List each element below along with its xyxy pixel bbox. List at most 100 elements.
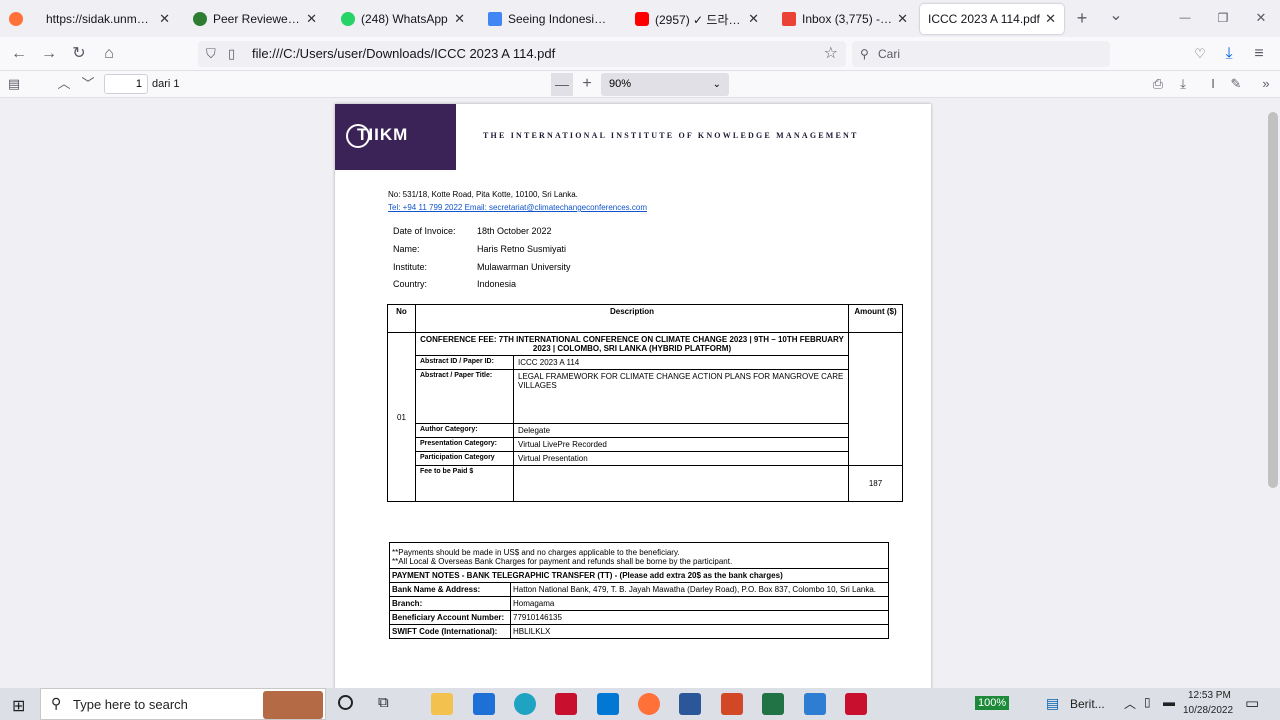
url-bar[interactable]: ⛉ ▯ file:///C:/Users/user/Downloads/ICCC… [198,41,846,67]
close-tab-icon[interactable]: ✕ [306,11,317,27]
list-tabs-button[interactable]: ⌄ [1105,5,1127,27]
tab-label: Seeing Indonesia from [508,12,612,26]
store-icon[interactable] [473,693,495,715]
sidebar-toggle-icon[interactable]: ▤ [4,74,24,94]
home-icon[interactable]: ⌂ [98,43,120,65]
site-favicon-icon [193,12,207,26]
search-icon: ⚲ [51,695,62,711]
row-value: HBLILKLX [510,624,889,639]
gmail-icon [782,12,796,26]
firefox-view-icon[interactable] [9,12,23,26]
name-value: Haris Retno Susmiyati [477,244,567,254]
tab-seeing-indonesia[interactable]: Seeing Indonesia from [480,4,620,34]
row-value: 77910146135 [510,610,889,625]
tab-iccc-pdf[interactable]: ICCC 2023 A 114.pdf ✕ [920,4,1064,34]
file-explorer-icon[interactable] [431,693,453,715]
mail-icon[interactable] [597,693,619,715]
row-value: Virtual Presentation [513,451,849,466]
tab-youtube[interactable]: (2957) ✓ 드라마 OST - ✕ [627,4,767,34]
powerpoint-icon[interactable] [721,693,743,715]
reload-button[interactable]: ↻ [68,43,90,65]
table-row: Participation Category Virtual Presentat… [388,451,903,466]
news-label[interactable]: Berit... [1070,697,1105,711]
docs-icon [488,12,502,26]
task-view-icon[interactable]: ⧉ [378,694,389,711]
close-window-button[interactable]: ✕ [1250,7,1272,29]
url-text[interactable]: file:///C:/Users/user/Downloads/ICCC 202… [252,41,555,67]
page-total: dari 1 [152,78,180,90]
text-tool-icon[interactable]: I [1203,74,1223,94]
notification-icon[interactable]: ▭ [1245,694,1259,712]
close-tab-icon[interactable]: ✕ [748,11,759,27]
institute-value: Mulawarman University [477,262,571,272]
payment-table: **Payments should be made in US$ and no … [389,542,889,639]
cortana-icon[interactable] [338,695,353,710]
restore-button[interactable]: ❐ [1212,7,1234,29]
tab-label: (2957) ✓ 드라마 OST - [655,12,744,27]
close-tab-icon[interactable]: ✕ [897,11,908,27]
youtube-icon [635,12,649,26]
minimize-button[interactable]: — [1174,7,1196,29]
tab-label: ICCC 2023 A 114.pdf [928,12,1040,26]
network-icon[interactable]: ▯ [1144,695,1151,709]
zoom-select[interactable]: 90% ⌄ [601,73,729,96]
clock-date[interactable]: 10/28/2022 [1183,705,1233,716]
clock-time[interactable]: 12:53 PM [1188,690,1231,701]
back-button[interactable]: ← [8,43,30,65]
news-icon[interactable]: ▤ [1046,695,1059,712]
battery-badge[interactable]: 100% [975,696,1010,710]
search-input[interactable]: Cari [878,41,900,67]
bookmark-star-icon[interactable]: ☆ [824,41,838,67]
tab-whatsapp[interactable]: (248) WhatsApp ✕ [333,4,473,34]
word-icon[interactable] [679,693,701,715]
col-amount: Amount ($) [848,304,903,333]
payment-notes: **Payments should be made in US$ and no … [389,542,889,569]
taskbar-search-input[interactable]: Type here to search [73,697,188,712]
taskbar-search[interactable]: ⚲ Type here to search [40,688,326,720]
col-no: No [387,304,416,333]
chevron-up-icon[interactable]: ︿ [1124,695,1136,712]
next-page-button[interactable]: ﹀ [78,74,98,94]
scrollbar[interactable] [1266,98,1280,688]
forward-button[interactable]: → [38,43,60,65]
close-tab-icon[interactable]: ✕ [1045,11,1056,27]
draw-tool-icon[interactable]: ✎ [1226,74,1246,94]
menu-icon[interactable]: ≡ [1248,43,1270,65]
search-bar[interactable]: ⚲ Cari [852,41,1110,67]
row-label: Bank Name & Address: [389,582,511,597]
close-tab-icon[interactable]: ✕ [159,11,170,27]
mcafee-icon[interactable] [555,693,577,715]
contact-link[interactable]: Tel: +94 11 799 2022 Email: secretariat@… [388,203,647,212]
close-tab-icon[interactable]: ✕ [454,11,465,27]
shield-icon[interactable]: ⛉ [206,41,216,67]
page-icon: ▯ [228,46,236,61]
previous-page-button[interactable]: ︿ [54,74,74,94]
zoom-out-button[interactable]: — [551,73,573,96]
tab-label: (248) WhatsApp [361,12,448,26]
mcafee-security-icon[interactable] [845,693,867,715]
more-tools-icon[interactable]: » [1256,74,1276,94]
print-icon[interactable]: ⎙ [1148,74,1168,94]
scroll-thumb[interactable] [1268,112,1278,488]
excel-icon[interactable] [762,693,784,715]
row-value: Virtual LivePre Recorded [513,437,849,452]
zoom-in-button[interactable]: + [576,73,598,96]
tab-peer-reviewers[interactable]: Peer Reviewers List | M ✕ [185,4,325,34]
page-number-input[interactable]: 1 [104,74,148,94]
photos-icon[interactable] [804,693,826,715]
pdf-viewer[interactable]: TIIKM THE INTERNATIONAL INSTITUTE OF KNO… [0,98,1280,688]
chevron-down-icon: ⌄ [712,79,721,90]
volume-icon[interactable]: ▬ [1163,695,1175,709]
table-row: Presentation Category: Virtual LivePre R… [388,437,903,452]
table-header-row: No Description Amount ($) [387,304,903,333]
tab-gmail[interactable]: Inbox (3,775) - retnoha ✕ [774,4,916,34]
download-icon[interactable]: ⤓ [1218,43,1240,65]
windows-start-icon[interactable]: ⊞ [12,696,25,716]
firefox-icon[interactable] [638,693,660,715]
tab-sidak[interactable]: https://sidak.unmul.ac.id/ ✕ [38,4,178,34]
pocket-icon[interactable]: ♡ [1189,43,1211,65]
logo-text: TIIKM [357,125,409,144]
save-icon[interactable]: ⤓ [1173,74,1193,94]
edge-icon[interactable] [514,693,536,715]
new-tab-button[interactable]: + [1071,7,1093,29]
